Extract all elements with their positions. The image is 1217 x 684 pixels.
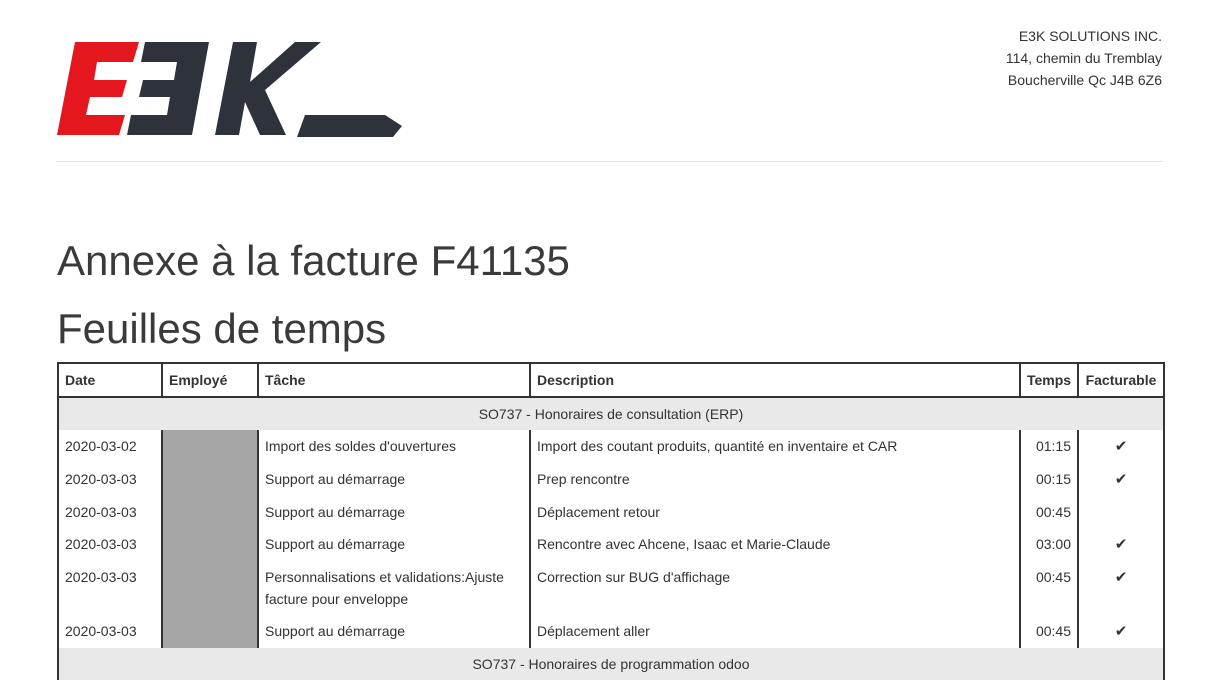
col-header-task: Tâche	[257, 362, 531, 398]
description-cell: Import des coutant produits, quantité en…	[529, 430, 1021, 463]
company-city: Boucherville Qc J4B 6Z6	[1007, 72, 1162, 88]
check-icon: ✔	[1114, 623, 1128, 640]
section-row: SO737 - Honoraires de consultation (ERP)	[57, 397, 1165, 430]
description-cell: Prep rencontre	[529, 463, 1021, 496]
section-title: SO737 - Honoraires de consultation (ERP)	[57, 397, 1165, 430]
task-cell: Import des soldes d'ouvertures	[257, 430, 531, 463]
col-header-time: Temps	[1019, 362, 1079, 398]
employee-cell	[161, 463, 259, 496]
col-header-billable: Facturable	[1077, 362, 1165, 398]
task-cell: Support au démarrage	[257, 615, 531, 648]
employee-cell	[161, 496, 259, 528]
description-cell: Correction sur BUG d'affichage	[529, 561, 1021, 615]
time-cell: 00:45	[1019, 496, 1079, 528]
billable-cell: ✔	[1077, 561, 1165, 615]
date-cell: 2020-03-03	[57, 561, 163, 615]
section-row: SO737 - Honoraires de programmation odoo	[57, 648, 1165, 680]
company-address: E3K SOLUTIONS INC. 114, chemin du Trembl…	[1006, 25, 1162, 91]
table-row: 2020-03-03 Support au démarrage Rencontre …	[57, 528, 1165, 561]
e3k-logo	[57, 42, 402, 137]
header-divider	[57, 161, 1163, 162]
time-cell: 03:00	[1019, 528, 1079, 561]
billable-cell: ✔	[1077, 430, 1165, 463]
description-cell: Déplacement aller	[529, 615, 1021, 648]
time-cell: 01:15	[1019, 430, 1079, 463]
task-cell: Support au démarrage	[257, 496, 531, 528]
table-row: 2020-03-03 Support au démarrage Déplacemen…	[57, 496, 1165, 528]
company-street: 114, chemin du Tremblay	[1005, 50, 1162, 66]
task-cell: Support au démarrage	[257, 528, 531, 561]
description-cell: Déplacement retour	[529, 496, 1021, 528]
check-icon: ✔	[1114, 438, 1128, 455]
date-cell: 2020-03-02	[57, 430, 163, 463]
employee-cell	[161, 561, 259, 615]
check-icon: ✔	[1114, 471, 1128, 488]
company-name: E3K SOLUTIONS INC.	[1018, 28, 1162, 44]
table-row: 2020-03-02 Import des soldes d'ouvertures…	[57, 430, 1165, 463]
time-cell: 00:45	[1019, 615, 1079, 648]
table-row: 2020-03-03 Support au démarrage Déplacemen…	[57, 615, 1165, 648]
date-cell: 2020-03-03	[57, 615, 163, 648]
time-cell: 00:15	[1019, 463, 1079, 496]
billable-cell	[1077, 496, 1165, 528]
billable-cell: ✔	[1077, 463, 1165, 496]
col-header-description: Description	[529, 362, 1021, 398]
time-cell: 00:45	[1019, 561, 1079, 615]
table-row: 2020-03-03 Support au démarrage Prep renco…	[57, 463, 1165, 496]
check-icon: ✔	[1114, 536, 1128, 553]
description-cell: Rencontre avec Ahcene, Isaac et Marie-Cl…	[529, 528, 1021, 561]
col-header-employee: Employé	[161, 362, 259, 398]
timesheet-table: Date Employé Tâche Description Temps Fac…	[57, 362, 1165, 680]
col-header-date: Date	[57, 362, 163, 398]
page-title: Annexe à la facture F41135	[57, 237, 570, 284]
check-icon: ✔	[1114, 569, 1128, 586]
section-title: SO737 - Honoraires de programmation odoo	[57, 648, 1165, 680]
table-header-row: Date Employé Tâche Description Temps Fac…	[57, 362, 1165, 398]
employee-cell	[161, 430, 259, 463]
table-row: 2020-03-03 Personnalisations et validatio…	[57, 561, 1165, 615]
employee-cell	[161, 528, 259, 561]
date-cell: 2020-03-03	[57, 496, 163, 528]
date-cell: 2020-03-03	[57, 528, 163, 561]
employee-cell	[161, 615, 259, 648]
table-body: SO737 - Honoraires de consultation (ERP)…	[57, 397, 1165, 680]
billable-cell: ✔	[1077, 528, 1165, 561]
task-cell: Personnalisations et validations:Ajuste …	[257, 561, 531, 615]
task-cell: Support au démarrage	[257, 463, 531, 496]
billable-cell: ✔	[1077, 615, 1165, 648]
page-subtitle: Feuilles de temps	[57, 305, 387, 352]
date-cell: 2020-03-03	[57, 463, 163, 496]
